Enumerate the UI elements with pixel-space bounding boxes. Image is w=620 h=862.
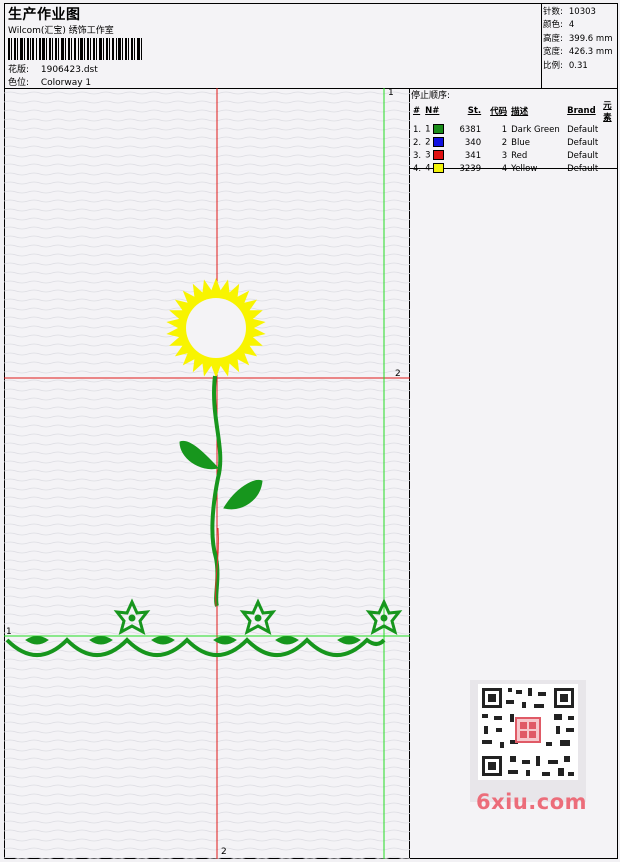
stat-label: 比例: <box>543 61 563 71</box>
col-brand: Brand <box>567 106 596 116</box>
row-brand: Default <box>567 124 599 135</box>
col-needle: N# <box>425 106 440 116</box>
stat-label: 颜色: <box>543 20 563 30</box>
col-index: # <box>413 106 421 116</box>
design-canvas[interactable]: 1 2 1 2 <box>4 88 410 859</box>
row-needle: 3 <box>423 149 457 162</box>
palette-row[interactable]: 2. 2 340 2 Blue Default <box>411 136 618 149</box>
palette-row[interactable]: 4. 4 3239 4 Yellow Default <box>411 162 618 175</box>
design-file-value: 1906423.dst <box>40 65 98 75</box>
row-brand: Default <box>567 150 599 161</box>
canvas-texture <box>4 88 410 859</box>
page-title: 生产作业图 <box>8 7 81 23</box>
row-element <box>601 162 618 175</box>
stat-value: 4 <box>568 20 575 30</box>
row-index: 2. <box>413 137 422 148</box>
row-code: 3 <box>501 150 508 161</box>
palette-row[interactable]: 1. 1 6381 1 Dark Green Default <box>411 123 618 136</box>
row-needle: 2 <box>423 136 457 149</box>
stat-value: 399.6 mm <box>568 34 613 44</box>
row-index: 3. <box>413 150 422 161</box>
row-description: Yellow <box>511 163 538 174</box>
row-needle: 4 <box>423 162 457 175</box>
stat-height: 高度: 399.6 mm <box>543 32 612 44</box>
design-preview <box>4 88 410 859</box>
stat-value: 426.3 mm <box>568 47 613 57</box>
row-brand: Default <box>567 137 599 148</box>
stat-colors: 颜色: 4 <box>543 18 574 30</box>
guide-label-left: 1 <box>6 627 12 637</box>
palette-header-row: # N# St. 代码 描述 Brand 元素 <box>411 99 618 123</box>
stat-label: 针数: <box>543 7 563 17</box>
color-swatch <box>433 137 445 148</box>
color-swatch <box>433 150 445 161</box>
row-brand: Default <box>567 163 599 174</box>
col-code: 代码 <box>490 107 508 117</box>
guide-label-right: 2 <box>395 369 401 379</box>
col-description: 描述 <box>511 107 529 117</box>
row-code: 1 <box>501 124 508 135</box>
row-description: Blue <box>511 137 530 148</box>
row-stitches: 3239 <box>459 163 482 174</box>
row-element <box>601 136 618 149</box>
col-stitches: St. <box>467 106 482 116</box>
row-element <box>601 123 618 136</box>
stat-width: 宽度: 426.3 mm <box>543 45 612 57</box>
col-element: 元素 <box>603 101 612 123</box>
guide-label-top: 1 <box>388 88 394 98</box>
row-stitches: 6381 <box>459 124 482 135</box>
color-swatch <box>433 163 445 174</box>
watermark: 6xiu.com <box>476 790 588 814</box>
stat-value: 10303 <box>568 7 596 17</box>
studio-name: Wilcom(汇宝) 绣饰工作室 <box>8 26 114 36</box>
palette-table: # N# St. 代码 描述 Brand 元素 1. 1 6381 1 Dark Gr… <box>411 99 618 175</box>
stat-label: 宽度: <box>543 47 563 57</box>
stat-label: 高度: <box>543 34 563 44</box>
row-code: 4 <box>501 163 508 174</box>
header-info: 生产作业图 Wilcom(汇宝) 绣饰工作室 花版: 1906423.dst 色… <box>4 3 542 89</box>
colorway-value: Colorway 1 <box>40 78 92 88</box>
design-stats: 针数: 10303 颜色: 4 高度: 399.6 mm 宽度: 426.3 mm 比例… <box>541 3 618 89</box>
row-description: Red <box>511 150 528 161</box>
color-palette: 停止顺序: # N# St. 代码 描述 Brand 元素 1. 1 6381 1 D… <box>410 88 618 174</box>
guide-label-bottom: 2 <box>221 847 227 857</box>
color-swatch <box>433 124 445 135</box>
row-stitches: 341 <box>464 150 482 161</box>
stat-value: 0.31 <box>568 61 588 71</box>
qr-code-icon <box>470 680 586 802</box>
seal-icon <box>515 717 541 743</box>
colorway-row: 色位: Colorway 1 <box>8 75 91 88</box>
row-stitches: 340 <box>464 137 482 148</box>
row-element <box>601 149 618 162</box>
design-file-row: 花版: 1906423.dst <box>8 62 98 75</box>
row-description: Dark Green <box>511 124 560 135</box>
stat-stitches: 针数: 10303 <box>543 5 596 17</box>
design-label: 花版: <box>8 65 30 75</box>
row-needle: 1 <box>423 123 457 136</box>
colorway-label: 色位: <box>8 78 30 88</box>
barcode-icon <box>8 38 142 60</box>
stat-scale: 比例: 0.31 <box>543 59 588 71</box>
palette-row[interactable]: 3. 3 341 3 Red Default <box>411 149 618 162</box>
row-code: 2 <box>501 137 508 148</box>
row-index: 1. <box>413 124 422 135</box>
row-index: 4. <box>413 163 422 174</box>
sunflower-center <box>186 298 246 358</box>
